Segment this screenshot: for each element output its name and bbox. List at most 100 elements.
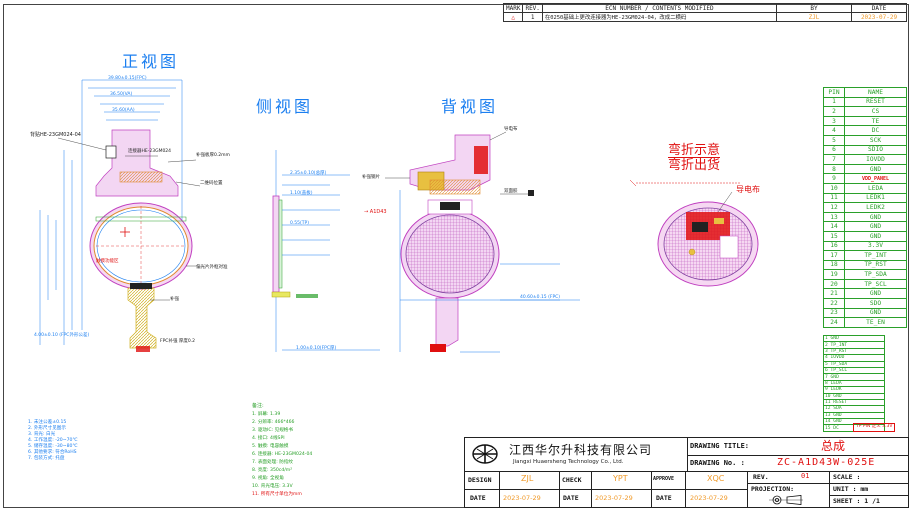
small-pin-caption: TP PIN 定义 3.3V (853, 423, 896, 432)
front-note-a: 连接器HE-23GM024 (128, 149, 172, 154)
notes-middle: 备注: 1. 屏幕: 1.39 2. 分辨率: 466*466 3. 驱动IC: 见… (252, 404, 312, 499)
pin-number: 8 (823, 163, 845, 175)
date-label-2: DATE (559, 489, 592, 507)
note-mid-item: 7. 表面处理: 防指纹 (252, 460, 294, 465)
drawing-no-row: DRAWING No. : ZC-A1D43W-025E (687, 455, 908, 472)
pin-number: 21 (823, 288, 845, 300)
pin-name: TP_SDA (844, 269, 907, 280)
pin-row: 14 GND (823, 221, 907, 232)
pin-row: 19 TP_SDA (823, 269, 907, 280)
pin-number: 14 (823, 221, 845, 232)
design-label: DESIGN (465, 471, 500, 490)
back-view-drawing (385, 131, 580, 353)
pin-name: DC (844, 125, 907, 136)
side-dim-1: 2.35±0.10(总厚) (290, 171, 327, 176)
company-name-cn: 江西华尔升科技有限公司 (509, 443, 653, 457)
pin-number: 9 (823, 173, 845, 184)
pin-name: TP_INT (844, 250, 907, 261)
pin-number: 6 (823, 144, 845, 156)
pin-name: 3.3V (844, 240, 907, 252)
pin-number: 20 (823, 278, 845, 290)
back-note-a: 导电布 (504, 127, 518, 132)
pin-number: 23 (823, 307, 845, 319)
check-value: YPT (591, 471, 652, 490)
bend-diagram-drawing (636, 182, 759, 287)
back-dim-1: 40.60±0.15 (FPC) (520, 295, 561, 300)
pin-row: 8 GND (823, 163, 907, 175)
note-mid-item: 4. 接口: 4线SPI (252, 436, 285, 441)
date-label-1: DATE (465, 489, 500, 507)
sheet-cell: SHEET : 1 /1 (833, 497, 880, 505)
pin-row: 9 VDD_PANEL (823, 173, 907, 184)
small-pin-table-body: 1 GND 2 TP_INT 3 TP_RST 4 IOVDD 5 TP_SDA 6 TP… (823, 334, 885, 432)
pin-row: 5 SCK (823, 134, 907, 146)
side-dim-3: 0.55(TP) (290, 221, 309, 226)
pin-name: TP_SCL (844, 278, 907, 290)
pin-row: 11 LEDK1 (823, 192, 907, 204)
pin-number: 13 (823, 211, 845, 223)
pin-name: LEDA (844, 182, 907, 194)
pin-name: SDO (844, 298, 907, 309)
pin-row: 4 DC (823, 125, 907, 136)
pin-name: IOVDD (844, 154, 907, 165)
pin-row: 6 SDIO (823, 144, 907, 156)
pin-name: TE_EN (844, 317, 907, 328)
note-left-item: 7. 包装方式: 托盘 (28, 456, 65, 461)
small-pin-table: 1 GND 2 TP_INT 3 TP_RST 4 IOVDD 5 TP_SDA 6 TP… (823, 334, 885, 432)
front-note-h: FPC补强 厚度0.2 (160, 339, 196, 344)
pin-row: 23 GND (823, 307, 907, 319)
note-mid-item: 10. 背光电压: 3.3V (252, 484, 293, 489)
pin-name: LEDK2 (844, 202, 907, 213)
back-note-d: → A1D43 (364, 209, 387, 215)
front-note-e: 触摸功能区 (96, 259, 119, 264)
front-dim-2: 36.50(VA) (110, 92, 133, 97)
pin-row: 15 GND (823, 230, 907, 242)
pin-row: 21 GND (823, 288, 907, 300)
pin-name: CS (844, 106, 907, 117)
pin-header-name: NAME (844, 87, 907, 98)
pin-name: GND (844, 307, 907, 319)
pin-row: 16 3.3V (823, 240, 907, 252)
pin-name: LEDK1 (844, 192, 907, 204)
pin-number: 11 (823, 192, 845, 204)
title-block: 江西华尔升科技有限公司 Jiangxi Huaersheng Technolog… (464, 437, 909, 508)
drawing-no-label: DRAWING No. : (690, 459, 745, 467)
pin-number: 5 (823, 134, 845, 146)
approve-date: 2023-07-29 (685, 489, 748, 507)
pin-header-pin: PIN (823, 87, 845, 98)
pin-name: GND (844, 211, 907, 223)
check-date: 2023-07-29 (591, 489, 652, 507)
pin-row: 12 LEDK2 (823, 202, 907, 213)
pin-number: 3 (823, 115, 845, 127)
pin-number: 18 (823, 259, 845, 271)
pin-row: 24 TE_EN (823, 317, 907, 328)
pin-table-body: 1 RESET 2 CS 3 TE 4 DC 5 SCK 6 SDIO 7 IOVDD 8 GND 9 VDD_P… (823, 96, 907, 328)
side-dim-4: 1.00±0.10(FPC厚) (296, 346, 337, 351)
pin-name: SDIO (844, 144, 907, 156)
front-note-f: 补强 (170, 297, 179, 302)
design-value: ZJL (499, 471, 560, 490)
pin-row: 7 IOVDD (823, 154, 907, 165)
pin-name: GND (844, 221, 907, 232)
front-note-g: 4.00±0.10 (FPC外形公差) (34, 333, 90, 338)
front-label-connector: 背贴HE-23GM024-04 (30, 132, 81, 138)
projection-cell: PROJECTION: (747, 483, 830, 507)
note-mid-item: 8. 亮度: 350cd/m² (252, 468, 293, 473)
note-mid-item: 5. 触摸: 电容触摸 (252, 444, 289, 449)
pin-number: 4 (823, 125, 845, 136)
check-label: CHECK (559, 471, 592, 490)
note-mid-item: 11. 所有尺寸单位为mm (252, 492, 302, 497)
back-note-c: 双面胶 (504, 189, 518, 194)
pin-name: VDD_PANEL (844, 173, 907, 184)
pin-number: 19 (823, 269, 845, 280)
approve-value: XQC (685, 471, 748, 490)
pin-number: 10 (823, 182, 845, 194)
pin-name: GND (844, 288, 907, 300)
note-mid-item: 3. 驱动IC: 见规格书 (252, 428, 293, 433)
pin-name: GND (844, 163, 907, 175)
pin-name: GND (844, 230, 907, 242)
company-area: 江西华尔升科技有限公司 Jiangxi Huaersheng Technolog… (465, 438, 688, 472)
pin-row: 1 RESET (823, 96, 907, 108)
notes-left: 1. 未注公差±0.15 2. 外形尺寸见图示 3. 背光: 白光 4. 工作温度: … (28, 420, 78, 462)
pin-row: 18 TP_RST (823, 259, 907, 271)
